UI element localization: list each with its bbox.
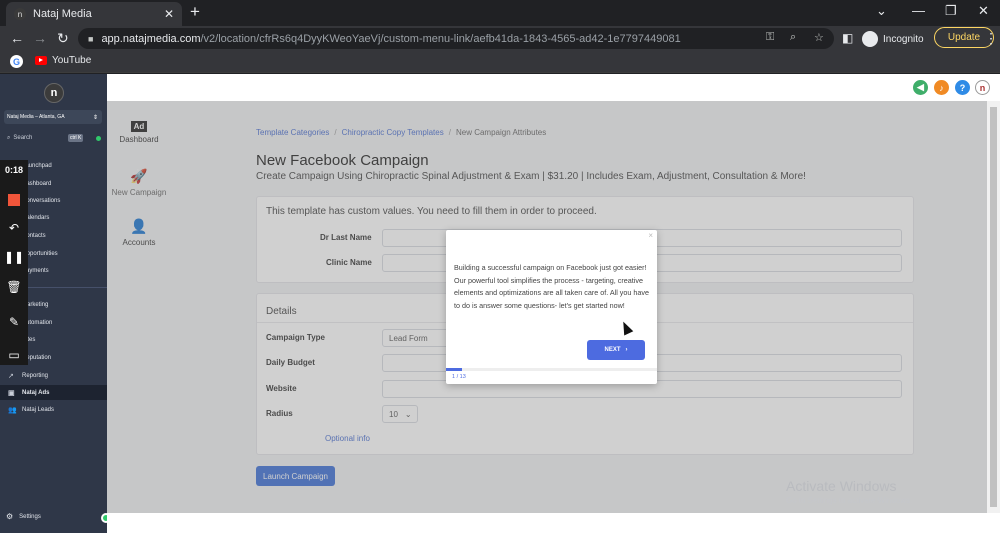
tab-search-icon[interactable]: ⌄ <box>876 3 887 19</box>
tour-progress-fill <box>446 368 463 371</box>
next-button[interactable]: NEXT › <box>587 340 645 360</box>
announcement-icon[interactable]: ◀ <box>913 80 928 95</box>
location-switcher[interactable]: Nataj Media – Atlanta, GA ⇕ <box>4 110 102 124</box>
tour-step-counter: 1 / 13 <box>452 374 466 380</box>
gear-icon: ⚙ <box>6 512 14 521</box>
key-icon[interactable]: ⚿ <box>766 31 774 44</box>
search-placeholder: Search <box>13 135 33 141</box>
ads-icon: ▣ <box>8 389 15 397</box>
pen-icon[interactable]: ✎ <box>0 315 28 329</box>
modal-close-icon[interactable]: × <box>648 231 653 240</box>
app-footer <box>107 513 1000 533</box>
activate-windows-subtitle: Go to Settings to activate Windows. <box>786 496 913 505</box>
onboarding-modal: × Building a successful campaign on Face… <box>446 230 657 384</box>
recording-timer: 0:18 <box>4 165 23 175</box>
status-dot-icon <box>96 135 101 141</box>
search-shortcut: ctrl K <box>68 134 84 142</box>
avatar[interactable]: n <box>975 80 990 95</box>
pause-icon[interactable]: ❚❚ <box>0 250 28 264</box>
tab-close-icon[interactable]: ✕ <box>164 7 174 21</box>
screen-recorder-toolbar: 0:18 ↶ ❚❚ 🗑 ✎ ▭ <box>0 160 28 365</box>
sidebar-item-reporting[interactable]: ↗ Reporting <box>0 368 107 383</box>
next-label: NEXT <box>604 347 621 353</box>
address-bar[interactable]: ■ app.natajmedia.com/v2/location/cfrRs6q… <box>78 28 834 49</box>
chart-icon: ↗ <box>8 372 14 380</box>
forward-icon[interactable]: → <box>33 29 47 47</box>
sidebar-item-settings[interactable]: ⚙ Settings <box>6 512 41 521</box>
leads-icon: 👥 <box>8 406 17 414</box>
tour-progress-bar <box>446 368 657 371</box>
bookmark-youtube-label: YouTube <box>52 55 92 66</box>
bookmark-star-icon[interactable]: ☆ <box>814 31 824 44</box>
chevron-updown-icon: ⇕ <box>92 114 98 121</box>
minimize-icon[interactable]: — <box>912 3 925 18</box>
page-scrollbar[interactable] <box>987 101 1000 513</box>
app-logo[interactable]: n <box>44 83 64 103</box>
sidebar-item-nataj-leads[interactable]: 👥 Nataj Leads <box>0 402 107 417</box>
restore-icon[interactable]: ❐ <box>945 3 957 19</box>
trash-icon[interactable]: 🗑 <box>0 280 28 294</box>
chrome-menu-icon[interactable]: ⋮ <box>984 29 998 47</box>
stop-recording-button[interactable] <box>8 194 20 206</box>
incognito-label: Incognito <box>883 33 924 45</box>
close-window-icon[interactable]: ✕ <box>978 3 989 19</box>
sidebar-search[interactable]: ⌕ Search ctrl K <box>4 132 102 144</box>
incognito-indicator[interactable]: Incognito <box>862 31 924 47</box>
zoom-search-icon[interactable]: ⌕ <box>790 31 796 44</box>
location-label: Nataj Media – Atlanta, GA <box>7 114 65 120</box>
chevron-right-icon: › <box>625 347 628 353</box>
lock-icon: ■ <box>88 33 94 44</box>
activate-windows-title: Activate Windows <box>786 478 897 494</box>
reload-icon[interactable]: ↻ <box>57 29 69 47</box>
new-tab-button[interactable]: + <box>190 3 200 21</box>
modal-text: Building a successful campaign on Facebo… <box>454 263 649 310</box>
search-icon: ⌕ <box>7 134 11 141</box>
scrollbar-thumb[interactable] <box>990 107 997 507</box>
browser-toolbar: ← → ↻ ■ app.natajmedia.com/v2/location/c… <box>0 26 1000 51</box>
url-path: /v2/location/cfrRs6q4DyyKWeoYaeVj/custom… <box>200 32 681 45</box>
sidebar-item-label: Nataj Ads <box>22 389 50 396</box>
sidebar-item-label: Nataj Leads <box>22 406 55 413</box>
camera-icon[interactable]: ▭ <box>0 348 28 362</box>
undo-icon[interactable]: ↶ <box>0 221 28 235</box>
google-icon[interactable]: G <box>10 55 23 68</box>
favicon-icon: n <box>14 8 26 20</box>
tab-title: Nataj Media <box>33 8 92 20</box>
url-host: app.natajmedia.com <box>101 32 201 45</box>
sidebar-item-label: Reporting <box>22 372 49 379</box>
sidebar-item-nataj-ads[interactable]: ▣ Nataj Ads <box>0 385 107 400</box>
help-icon[interactable]: ? <box>955 80 970 95</box>
back-icon[interactable]: ← <box>10 29 24 47</box>
bookmark-youtube[interactable]: YouTube <box>35 55 91 66</box>
settings-label: Settings <box>19 513 41 520</box>
incognito-icon <box>862 31 878 47</box>
tab-nataj-media[interactable]: n Nataj Media ✕ <box>6 2 182 26</box>
notification-bell-icon[interactable]: ♪ <box>934 80 949 95</box>
bookmarks-bar: G YouTube <box>0 51 1000 73</box>
app-header <box>107 74 1000 101</box>
tab-bar: n Nataj Media ✕ + ⌄ — ❐ ✕ <box>0 0 1000 26</box>
sidepanel-icon[interactable]: ◧ <box>842 29 853 47</box>
youtube-icon <box>35 56 47 65</box>
